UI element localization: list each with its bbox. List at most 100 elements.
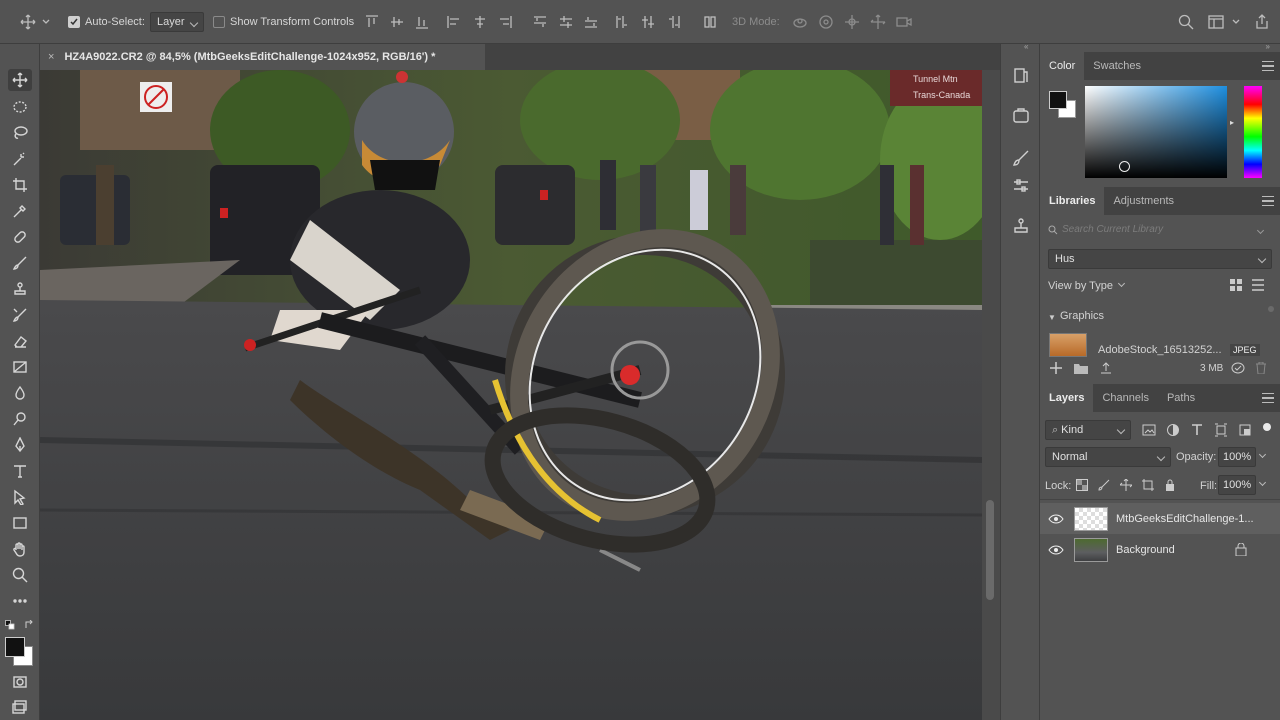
filter-adjustment-layers-icon[interactable] xyxy=(1166,423,1180,437)
filter-smart-objects-icon[interactable] xyxy=(1238,423,1252,437)
dodge-tool-icon[interactable] xyxy=(8,408,32,430)
history-panel-icon[interactable] xyxy=(1011,66,1031,86)
tab-paths[interactable]: Paths xyxy=(1158,384,1204,412)
brush-tool-icon[interactable] xyxy=(8,252,32,274)
show-transform-controls-checkbox[interactable]: Show Transform Controls xyxy=(213,11,354,33)
hue-slider[interactable] xyxy=(1244,86,1262,178)
visibility-eye-icon[interactable] xyxy=(1048,511,1064,527)
distribute-top-edges-icon[interactable] xyxy=(532,14,548,30)
tab-swatches[interactable]: Swatches xyxy=(1084,52,1150,80)
tab-layers[interactable]: Layers xyxy=(1040,384,1094,412)
library-select-dropdown[interactable]: Hus xyxy=(1048,249,1272,269)
document-canvas[interactable]: Tunnel Mtn Trans-Canada xyxy=(40,70,982,720)
default-colors-icon[interactable] xyxy=(5,620,15,630)
distribute-bottom-edges-icon[interactable] xyxy=(583,14,599,30)
grid-view-icon[interactable] xyxy=(1230,279,1242,291)
move-tool-icon[interactable] xyxy=(20,14,36,30)
rectangle-tool-icon[interactable] xyxy=(8,512,32,534)
align-left-edges-icon[interactable] xyxy=(446,14,462,30)
clone-stamp-tool-icon[interactable] xyxy=(8,278,32,300)
foreground-color-swatch[interactable] xyxy=(5,637,25,657)
library-scroll-indicator[interactable] xyxy=(1268,306,1274,312)
hue-slider-pointer-icon[interactable]: ▸ xyxy=(1230,118,1234,127)
history-brush-tool-icon[interactable] xyxy=(8,304,32,326)
3d-roll-icon[interactable] xyxy=(818,14,834,30)
gradient-tool-icon[interactable] xyxy=(8,356,32,378)
tab-libraries[interactable]: Libraries xyxy=(1040,187,1105,215)
libraries-panel-menu-icon[interactable] xyxy=(1262,196,1274,206)
distribute-left-edges-icon[interactable] xyxy=(614,14,630,30)
tab-adjustments[interactable]: Adjustments xyxy=(1104,187,1183,215)
auto-select-checkbox[interactable]: Auto-Select: xyxy=(68,11,145,33)
fill-chevron-icon[interactable] xyxy=(1258,478,1267,487)
view-by-type-dropdown[interactable]: View by Type xyxy=(1048,280,1113,292)
pen-tool-icon[interactable] xyxy=(8,434,32,456)
auto-select-target-dropdown[interactable]: Layer xyxy=(150,12,204,32)
3d-orbit-icon[interactable] xyxy=(792,14,808,30)
add-asset-icon[interactable] xyxy=(1050,362,1062,374)
layer-filter-kind-dropdown[interactable]: ⌕ Kind xyxy=(1045,420,1131,440)
view-by-chevron-icon[interactable] xyxy=(1117,279,1126,288)
eyedropper-tool-icon[interactable] xyxy=(8,200,32,222)
auto-align-layers-icon[interactable] xyxy=(702,14,718,30)
color-foreground-swatch[interactable] xyxy=(1049,91,1067,109)
tab-color[interactable]: Color xyxy=(1040,52,1085,80)
type-tool-icon[interactable] xyxy=(8,460,32,482)
opacity-input[interactable]: 100% xyxy=(1218,447,1256,467)
asset-name[interactable]: AdobeStock_16513252... xyxy=(1098,344,1226,356)
zoom-tool-icon[interactable] xyxy=(8,564,32,586)
3d-slide-icon[interactable] xyxy=(870,14,886,30)
align-vertical-centers-icon[interactable] xyxy=(389,14,405,30)
search-icon[interactable] xyxy=(1178,14,1194,30)
asset-thumbnail[interactable] xyxy=(1049,333,1087,357)
tab-channels[interactable]: Channels xyxy=(1093,384,1157,412)
list-view-icon[interactable] xyxy=(1252,279,1264,291)
graphics-collapse-icon[interactable]: ▼ xyxy=(1048,313,1056,322)
library-search-input[interactable]: Search Current Library xyxy=(1062,224,1163,235)
filter-pixel-layers-icon[interactable] xyxy=(1142,423,1156,437)
marquee-tool-icon[interactable] xyxy=(8,96,32,118)
library-search-chevron-icon[interactable] xyxy=(1256,226,1265,235)
collapse-dock-icon[interactable]: « xyxy=(1024,42,1028,51)
visibility-eye-icon[interactable] xyxy=(1048,542,1064,558)
align-top-edges-icon[interactable] xyxy=(364,14,380,30)
layers-panel-menu-icon[interactable] xyxy=(1262,393,1274,403)
scrollbar-thumb[interactable] xyxy=(986,500,994,600)
lock-all-icon[interactable] xyxy=(1164,479,1176,491)
layer-row[interactable]: Background xyxy=(1040,534,1280,565)
workspace-icon[interactable] xyxy=(1208,14,1224,30)
eraser-tool-icon[interactable] xyxy=(8,330,32,352)
collapse-panels-icon[interactable]: » xyxy=(1266,42,1270,51)
lock-image-pixels-icon[interactable] xyxy=(1098,479,1110,491)
adjustments-sliders-icon[interactable] xyxy=(1011,176,1031,196)
upload-icon[interactable] xyxy=(1100,362,1112,374)
filter-type-layers-icon[interactable] xyxy=(1190,423,1204,437)
screen-mode-icon[interactable] xyxy=(8,696,32,718)
color-picker-cursor[interactable] xyxy=(1119,161,1130,172)
fill-input[interactable]: 100% xyxy=(1218,475,1256,495)
align-right-edges-icon[interactable] xyxy=(497,14,513,30)
lasso-tool-icon[interactable] xyxy=(8,122,32,144)
more-tools-icon[interactable] xyxy=(8,590,32,612)
lock-position-icon[interactable] xyxy=(1120,479,1132,491)
blur-tool-icon[interactable] xyxy=(8,382,32,404)
align-horizontal-centers-icon[interactable] xyxy=(472,14,488,30)
learn-panel-icon[interactable] xyxy=(1011,106,1031,126)
healing-brush-tool-icon[interactable] xyxy=(8,226,32,248)
lock-artboard-icon[interactable] xyxy=(1142,479,1154,491)
path-selection-tool-icon[interactable] xyxy=(8,486,32,508)
3d-pan-icon[interactable] xyxy=(844,14,860,30)
opacity-chevron-icon[interactable] xyxy=(1258,450,1267,459)
tool-preset-chevron-icon[interactable] xyxy=(42,18,50,26)
move-tool-icon[interactable] xyxy=(8,69,32,91)
layer-row[interactable]: MtbGeeksEditChallenge-1... xyxy=(1040,503,1280,534)
brush-settings-icon[interactable] xyxy=(1011,148,1031,168)
close-tab-icon[interactable]: × xyxy=(48,51,54,63)
color-panel-menu-icon[interactable] xyxy=(1262,61,1274,71)
swap-colors-icon[interactable] xyxy=(24,620,34,630)
layer-name[interactable]: MtbGeeksEditChallenge-1... xyxy=(1116,513,1256,525)
distribute-right-edges-icon[interactable] xyxy=(666,14,682,30)
color-field[interactable] xyxy=(1085,86,1227,178)
crop-tool-icon[interactable] xyxy=(8,174,32,196)
document-tab[interactable]: × HZ4A9022.CR2 @ 84,5% (MtbGeeksEditChal… xyxy=(40,44,485,70)
